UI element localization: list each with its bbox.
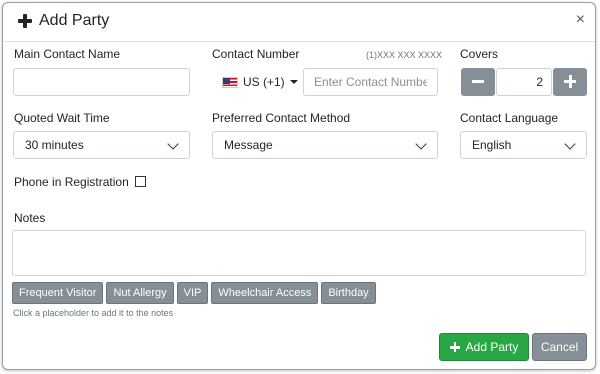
quoted-wait-time-value: 30 minutes [25,138,84,152]
plus-icon [17,13,33,29]
covers-label: Covers [460,47,499,61]
main-contact-name-label: Main Contact Name [14,47,121,61]
placeholder-chip-vip[interactable]: VIP [176,282,209,304]
cancel-button-label: Cancel [540,340,579,354]
placeholder-chips: Frequent Visitor Nut Allergy VIP Wheelch… [12,282,376,304]
modal-title-wrap: Add Party [17,12,109,30]
contact-number-format-hint: (1)XXX XXX XXXX [366,50,443,60]
placeholder-chip-frequent-visitor[interactable]: Frequent Visitor [12,282,104,304]
placeholder-chip-nut-allergy[interactable]: Nut Allergy [106,282,174,304]
phone-in-registration-row: Phone in Registration [14,175,147,189]
contact-number-label: Contact Number [212,47,300,61]
minus-icon [472,80,484,83]
covers-increment-button[interactable] [553,68,587,96]
modal-header: Add Party × [3,3,595,42]
placeholder-help-text: Click a placeholder to add it to the not… [13,308,174,318]
preferred-contact-method-select[interactable]: Message [212,131,438,159]
contact-number-input[interactable] [303,68,438,96]
notes-textarea[interactable] [12,230,586,276]
chevron-down-icon [167,138,179,150]
cancel-button[interactable]: Cancel [532,333,587,361]
caret-down-icon [289,80,298,84]
plus-icon [449,342,460,352]
main-contact-name-input[interactable] [13,68,190,96]
preferred-contact-method-label: Preferred Contact Method [212,111,351,125]
placeholder-chip-birthday[interactable]: Birthday [321,282,376,304]
contact-language-label: Contact Language [460,111,559,125]
add-party-button[interactable]: Add Party [439,333,529,361]
chevron-down-icon [415,138,427,150]
us-flag-icon [222,76,238,88]
modal-title: Add Party [39,12,110,29]
contact-language-select[interactable]: English [460,131,587,159]
phone-in-registration-checkbox[interactable] [135,176,147,187]
plus-icon-v [569,75,572,88]
quoted-wait-time-select[interactable]: 30 minutes [13,131,190,159]
close-icon[interactable]: × [576,11,585,29]
country-code-value: US (+1) [243,75,285,89]
placeholder-chip-wheelchair-access[interactable]: Wheelchair Access [211,282,319,304]
covers-decrement-button[interactable] [461,68,495,96]
phone-in-registration-label: Phone in Registration [14,175,129,189]
quoted-wait-time-label: Quoted Wait Time [14,111,110,125]
covers-input[interactable] [496,68,552,96]
contact-language-value: English [472,138,512,152]
preferred-contact-method-value: Message [224,138,273,152]
country-code-dropdown[interactable]: US (+1) [212,68,300,96]
notes-label: Notes [14,211,46,225]
add-party-button-label: Add Party [465,340,519,354]
chevron-down-icon [564,138,576,150]
